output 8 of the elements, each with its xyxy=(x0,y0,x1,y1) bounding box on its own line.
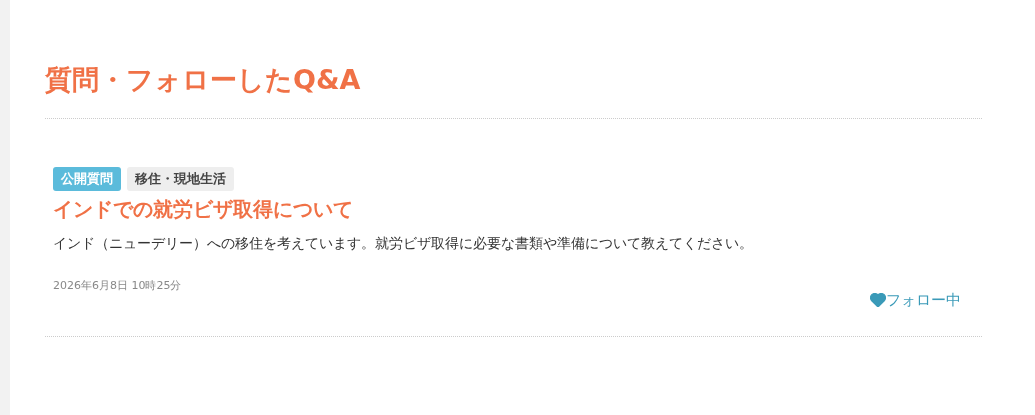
status-badge: 公開質問 xyxy=(53,167,121,191)
question-body: インド（ニューデリー）への移住を考えています。就労ビザ取得に必要な書類や準備について教えてください。 xyxy=(53,234,754,253)
post-date: 2026年6月8日 10時25分 xyxy=(53,278,182,294)
heart-icon xyxy=(870,293,886,307)
question-title[interactable]: インドでの就労ビザ取得について xyxy=(53,195,353,223)
page-title: 質問・フォローしたQ&A xyxy=(45,0,982,119)
follow-button[interactable]: フォロー中 xyxy=(870,290,961,310)
category-tag[interactable]: 移住・現地生活 xyxy=(127,167,234,191)
